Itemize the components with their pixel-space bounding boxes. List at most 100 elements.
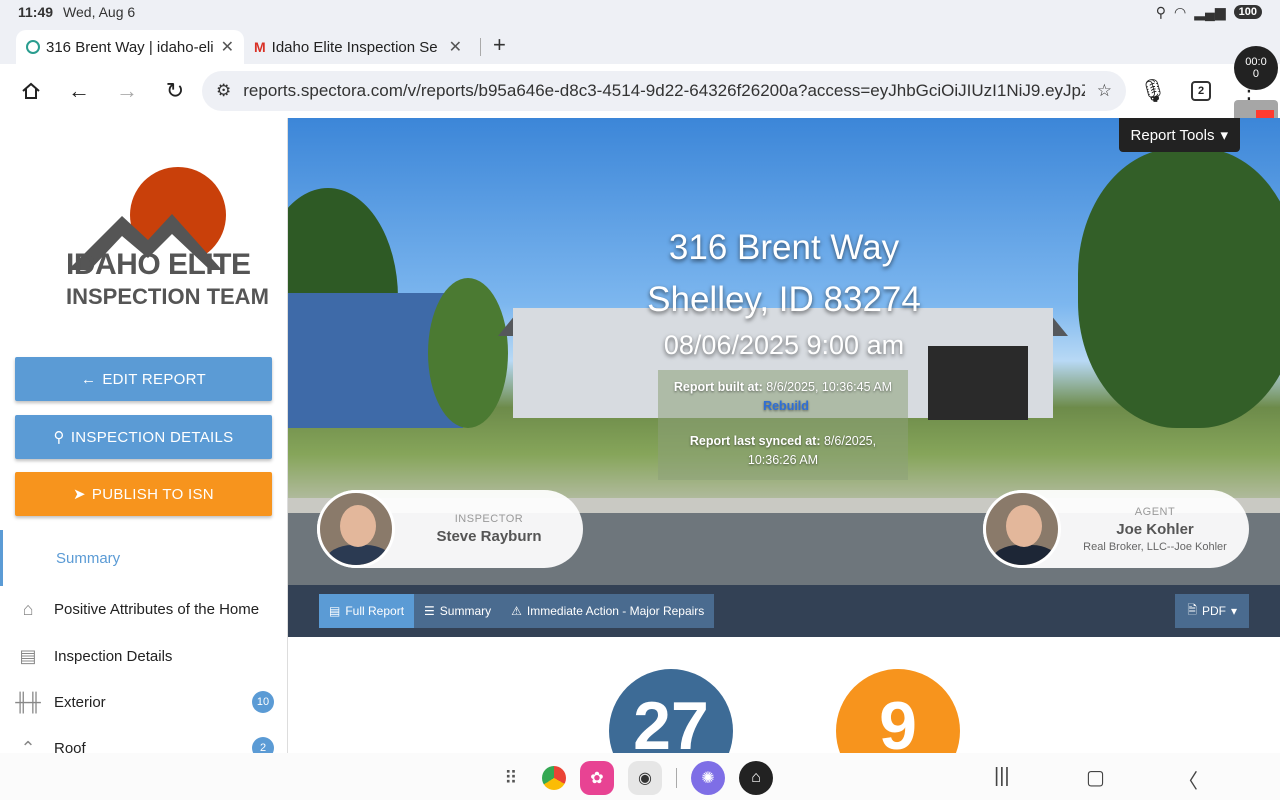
paper-plane-icon: ➤ [73, 486, 86, 503]
caret-down-icon: ▾ [1230, 604, 1237, 618]
url-text[interactable]: reports.spectora.com/v/reports/b95a646e-… [243, 81, 1085, 101]
address-line2: Shelley, ID 83274 [647, 280, 921, 319]
pdf-dropdown[interactable]: 🗎 PDF ▾ [1175, 594, 1249, 628]
logo-text-line2: INSPECTION TEAM [66, 284, 269, 309]
built-label: Report built at: [673, 380, 763, 394]
status-date: Wed, Aug 6 [63, 4, 136, 20]
camera-icon[interactable]: ◉ [628, 761, 662, 795]
sidebar-item-label: Inspection Details [54, 647, 173, 665]
report-build-info: Report built at: 8/6/2025, 10:36:45 AM R… [658, 370, 908, 480]
location-icon: ⚲ [1155, 3, 1166, 20]
close-tab-icon[interactable]: ✕ [449, 37, 462, 57]
close-tab-icon[interactable]: ✕ [221, 37, 234, 57]
publish-label: PUBLISH TO ISN [91, 485, 214, 503]
edit-report-button[interactable]: ← EDIT REPORT [15, 357, 272, 401]
battery-indicator: 100 [1233, 5, 1262, 19]
sidebar-item-inspection-details[interactable]: ▤ Inspection Details [14, 636, 274, 676]
arrow-left-icon: ← [81, 370, 97, 388]
sidebar-item-exterior[interactable]: ╫╫ Exterior 10 [14, 682, 274, 722]
android-nav-bar: ⠿ ✿ ◉ ✺ ⌂ ||| ▢ 〈 [0, 753, 1280, 800]
hero-photo: 316 Brent Way Shelley, ID 83274 08/06/20… [288, 118, 1280, 585]
agent-name: Joe Kohler [1116, 520, 1194, 538]
new-tab-icon[interactable]: + [489, 32, 514, 64]
tab-immediate-action[interactable]: ⚠ Immediate Action - Major Repairs [501, 594, 715, 628]
rebuild-link[interactable]: Rebuild [763, 399, 809, 413]
document-icon: ▤ [19, 645, 37, 666]
back-nav-icon[interactable]: 〈 [1178, 765, 1198, 794]
tab-switcher-button[interactable]: 2 [1180, 70, 1222, 112]
microphone-icon[interactable]: 🎙 [1132, 70, 1174, 112]
count-badge: 2 [252, 737, 274, 753]
forward-icon[interactable]: → [106, 70, 148, 112]
address-bar[interactable]: ⚙ reports.spectora.com/v/reports/b95a646… [202, 71, 1126, 111]
roof-icon: ⌃ [20, 737, 36, 754]
recents-icon[interactable]: ||| [994, 765, 1010, 788]
agent-company: Real Broker, LLC--Joe Kohler [1083, 540, 1227, 553]
home-icon[interactable] [10, 70, 52, 112]
list-icon: ☰ [424, 604, 435, 618]
chrome-icon[interactable] [542, 766, 566, 790]
report-tools-label: Report Tools [1130, 126, 1215, 144]
recorder-timer[interactable]: 00:0 0 [1234, 46, 1278, 90]
address-line1: 316 Brent Way [668, 228, 900, 267]
wifi-icon: ◠ [1173, 3, 1187, 20]
sidebar-item-positive-attributes[interactable]: ⌂ Positive Attributes of the Home [14, 589, 274, 629]
edit-report-label: EDIT REPORT [102, 370, 206, 388]
count-circle-blue[interactable]: 27 [609, 669, 733, 753]
inspection-details-label: INSPECTION DETAILS [70, 428, 234, 446]
tab-full-report[interactable]: ▤ Full Report [319, 594, 415, 628]
fence-icon: ╫╫ [15, 691, 41, 712]
bixby-icon[interactable]: ✺ [691, 761, 725, 795]
search-icon: ⚲ [53, 429, 65, 446]
tab-summary[interactable]: ☰ Summary [414, 594, 502, 628]
tab-label: Full Report [345, 604, 405, 618]
inspector-name: Steve Rayburn [436, 528, 542, 545]
tab-divider [480, 38, 481, 56]
app-drawer-icon[interactable]: ⠿ [494, 761, 528, 795]
reload-icon[interactable]: ↻ [154, 70, 196, 112]
home-app-icon[interactable]: ⌂ [739, 761, 773, 795]
document-icon: ▤ [329, 604, 341, 618]
back-icon[interactable]: ← [58, 70, 100, 112]
gallery-icon[interactable]: ✿ [580, 761, 614, 795]
report-nav-bar: ▤ Full Report ☰ Summary ⚠ Immediate Acti… [288, 585, 1280, 637]
inspection-datetime: 08/06/2025 9:00 am [663, 330, 905, 360]
tab-label: Summary [439, 604, 492, 618]
tab-title: Idaho Elite Inspection Se [271, 38, 438, 56]
synced-label: Report last synced at: [689, 434, 821, 448]
pdf-label: PDF [1201, 604, 1226, 618]
count-circle-orange[interactable]: 9 [836, 669, 960, 753]
tab-label: Immediate Action - Major Repairs [526, 604, 705, 618]
caret-down-icon: ▾ [1220, 127, 1228, 144]
house-icon: ⌂ [22, 598, 34, 619]
file-icon: 🗎 [1187, 602, 1197, 617]
inspector-card[interactable]: INSPECTOR Steve Rayburn [317, 490, 583, 568]
signal-icon: ▂▄▆ [1194, 3, 1226, 20]
tab-title: 316 Brent Way | idaho-eli [46, 38, 214, 56]
browser-tab-report[interactable]: 316 Brent Way | idaho-eli ✕ [16, 30, 244, 64]
agent-role: AGENT [1134, 505, 1176, 518]
status-time: 11:49 [18, 4, 54, 20]
inspector-role: INSPECTOR [454, 513, 524, 525]
publish-to-isn-button[interactable]: ➤ PUBLISH TO ISN [15, 472, 272, 516]
sidebar: IDAHO ELITE INSPECTION TEAM ← EDIT REPOR… [0, 118, 288, 753]
sidebar-item-label: Roof [54, 739, 86, 754]
agent-card[interactable]: AGENT Joe Kohler Real Broker, LLC--Joe K… [983, 490, 1249, 568]
browser-tab-gmail[interactable]: M Idaho Elite Inspection Se ✕ [244, 30, 472, 64]
sidebar-item-label: Positive Attributes of the Home [54, 600, 260, 618]
agent-avatar [983, 490, 1061, 568]
inspector-avatar [317, 490, 395, 568]
warning-icon: ⚠ [511, 604, 522, 618]
sidebar-item-roof[interactable]: ⌃ Roof 2 [14, 728, 274, 753]
home-button-icon[interactable]: ▢ [1086, 765, 1105, 790]
built-value: 8/6/2025, 10:36:45 AM [766, 380, 893, 394]
report-tools-dropdown[interactable]: Report Tools ▾ [1118, 118, 1240, 152]
bookmark-star-icon[interactable]: ☆ [1097, 81, 1112, 101]
tab-count: 2 [1191, 81, 1211, 101]
gmail-favicon-icon: M [254, 39, 266, 55]
sidebar-item-summary[interactable]: Summary [0, 530, 287, 586]
dock-divider [676, 768, 677, 788]
site-settings-icon[interactable]: ⚙ [216, 81, 231, 101]
spectora-favicon-icon [26, 40, 40, 54]
inspection-details-button[interactable]: ⚲ INSPECTION DETAILS [15, 415, 272, 459]
